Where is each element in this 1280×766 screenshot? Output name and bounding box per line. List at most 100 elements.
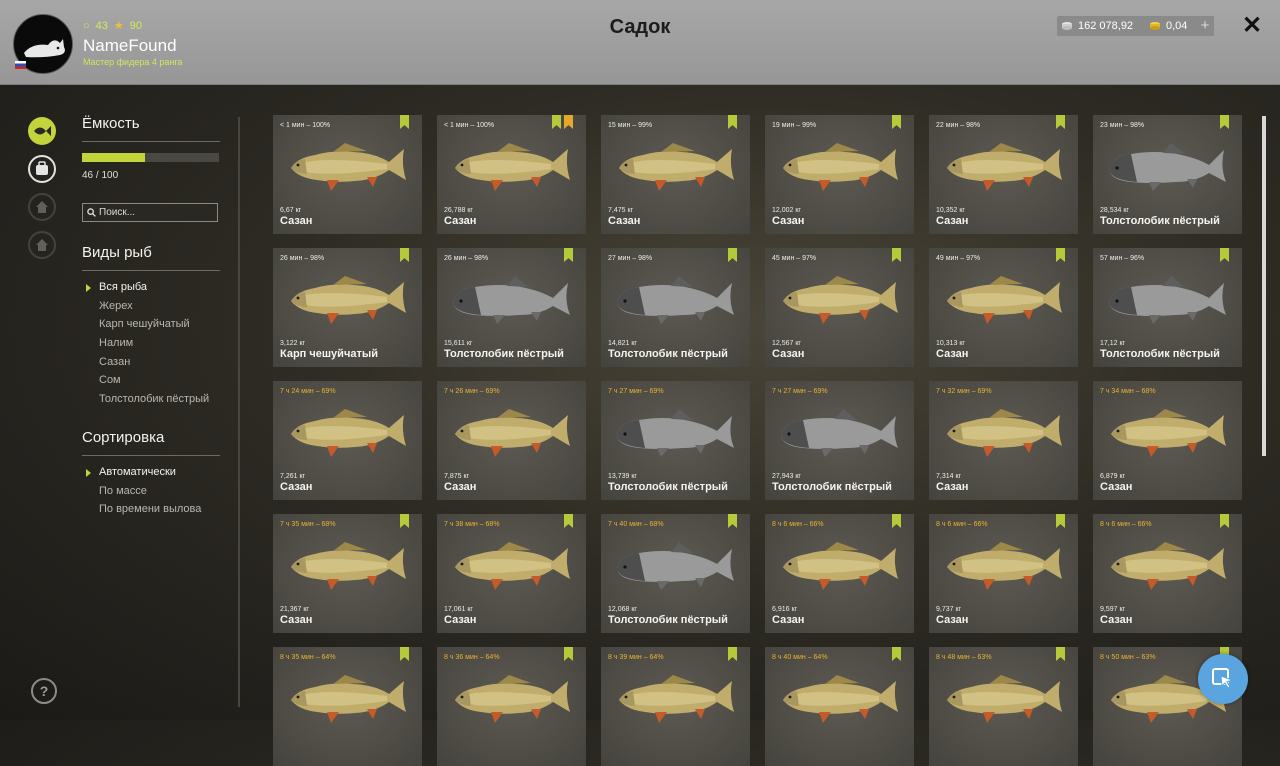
bookmark-icon[interactable]	[400, 514, 409, 528]
fish-card[interactable]: 27 мин – 98% 14,821 кг Толстолобик пёстрый	[601, 248, 750, 367]
fish-card[interactable]: 8 ч 36 мин – 64%	[437, 647, 586, 766]
catch-time: 7 ч 26 мин – 69%	[444, 388, 500, 395]
fish-card[interactable]: 45 мин – 97% 12,567 кг Сазан	[765, 248, 914, 367]
fish-card[interactable]: 8 ч 6 мин – 66% 6,916 кг Сазан	[765, 514, 914, 633]
catch-time: 8 ч 35 мин – 64%	[280, 654, 336, 661]
fish-weight: 9,737 кг	[936, 606, 962, 613]
cursor-mode-button[interactable]	[1198, 654, 1248, 704]
fish-card[interactable]: 7 ч 27 мин – 69% 27,943 кг Толстолобик пёс…	[765, 381, 914, 500]
catch-time: 49 мин – 97%	[936, 255, 981, 262]
silver-coins-icon	[1062, 22, 1072, 30]
bookmark-icon[interactable]	[892, 647, 901, 661]
help-icon[interactable]: ?	[31, 678, 57, 704]
catch-time: 7 ч 38 мин – 68%	[444, 521, 500, 528]
fish-card[interactable]: 49 мин – 97% 10,313 кг Сазан	[929, 248, 1078, 367]
trophy-bookmark-icon[interactable]	[564, 115, 573, 129]
scrollbar[interactable]	[1262, 116, 1266, 456]
fish-card[interactable]: 26 мин – 98% 15,611 кг Толстолобик пёстрый	[437, 248, 586, 367]
fish-weight: 3,122 кг	[280, 340, 306, 347]
sort-item-auto[interactable]: Автоматически	[82, 463, 201, 482]
fish-card[interactable]: 8 ч 39 мин – 64%	[601, 647, 750, 766]
fish-card[interactable]: 8 ч 35 мин – 64%	[273, 647, 422, 766]
bookmark-icon[interactable]	[1056, 115, 1065, 129]
fish-card[interactable]: 19 мин – 99% 12,002 кг Сазан	[765, 115, 914, 234]
fish-card[interactable]: 23 мин – 98% 28,534 кг Толстолобик пёстрый	[1093, 115, 1242, 234]
fish-card[interactable]: 8 ч 6 мин – 66% 9,597 кг Сазан	[1093, 514, 1242, 633]
fish-weight: 12,567 кг	[772, 340, 801, 347]
carp-icon	[783, 542, 898, 590]
fish-card[interactable]: 7 ч 34 мин – 68% 6,879 кг Сазан	[1093, 381, 1242, 500]
fish-card[interactable]: 7 ч 35 мин – 68% 21,367 кг Сазан	[273, 514, 422, 633]
bighead-carp-icon	[453, 276, 570, 324]
fish-card[interactable]: 7 ч 38 мин – 68% 17,061 кг Сазан	[437, 514, 586, 633]
trophy-tab[interactable]	[28, 193, 56, 221]
species-item-burbot[interactable]: Налим	[82, 334, 209, 353]
bookmark-icon[interactable]	[564, 647, 573, 661]
fish-name: Сазан	[444, 614, 477, 626]
catch-time: 27 мин – 98%	[608, 255, 653, 262]
sort-item-time[interactable]: По времени вылова	[82, 500, 201, 519]
bookmark-icon[interactable]	[1220, 115, 1229, 129]
fish-card[interactable]: < 1 мин – 100% 6,67 кг Сазан	[273, 115, 422, 234]
fish-card[interactable]: 26 мин – 98% 3,122 кг Карп чешуйчатый	[273, 248, 422, 367]
species-item-scaled-carp[interactable]: Карп чешуйчатый	[82, 315, 209, 334]
species-item-wild-carp[interactable]: Сазан	[82, 353, 209, 372]
keepnet-bag-tab[interactable]	[28, 155, 56, 183]
bookmark-icon[interactable]	[400, 248, 409, 262]
catch-time: 8 ч 6 мин – 66%	[936, 521, 988, 528]
fish-card[interactable]: 7 ч 24 мин – 69% 7,261 кг Сазан	[273, 381, 422, 500]
search-input[interactable]: Поиск...	[82, 203, 218, 222]
fish-card[interactable]: 7 ч 40 мин – 68% 12,068 кг Толстолобик пёс…	[601, 514, 750, 633]
carp-icon	[291, 675, 406, 723]
bookmark-icon[interactable]	[892, 115, 901, 129]
close-button[interactable]: ✕	[1240, 14, 1264, 38]
home-icon	[36, 239, 48, 251]
fish-card[interactable]: 22 мин – 98% 10,352 кг Сазан	[929, 115, 1078, 234]
carp-icon	[291, 276, 406, 324]
bookmark-icon[interactable]	[892, 248, 901, 262]
fish-name: Сазан	[280, 481, 313, 493]
carp-icon	[1111, 409, 1226, 457]
capacity-title: Ёмкость	[82, 115, 140, 132]
bookmark-icon[interactable]	[564, 514, 573, 528]
bookmark-icon[interactable]	[400, 647, 409, 661]
fish-card[interactable]: 7 ч 26 мин – 69% 7,875 кг Сазан	[437, 381, 586, 500]
carp-icon	[783, 143, 898, 191]
bookmark-icon[interactable]	[564, 248, 573, 262]
bookmark-icon[interactable]	[728, 115, 737, 129]
home-tab[interactable]	[28, 231, 56, 259]
bookmark-icon[interactable]	[1056, 514, 1065, 528]
species-item-all[interactable]: Вся рыба	[82, 278, 209, 297]
carp-icon	[455, 542, 570, 590]
fish-card[interactable]: 7 ч 27 мин – 69% 13,739 кг Толстолобик пёс…	[601, 381, 750, 500]
bighead-carp-icon	[1109, 143, 1226, 191]
fish-card[interactable]: < 1 мин – 100% 26,788 кг Сазан	[437, 115, 586, 234]
fish-card[interactable]: 7 ч 32 мин – 69% 7,314 кг Сазан	[929, 381, 1078, 500]
species-item-catfish[interactable]: Сом	[82, 371, 209, 390]
keepnet-fish-tab[interactable]	[28, 117, 56, 145]
add-gold-button[interactable]: +	[1196, 16, 1214, 36]
bookmark-icon[interactable]	[728, 514, 737, 528]
fish-weight: 14,821 кг	[608, 340, 637, 347]
fish-card[interactable]: 15 мин – 99% 7,475 кг Сазан	[601, 115, 750, 234]
bookmark-icon[interactable]	[728, 647, 737, 661]
sort-item-weight[interactable]: По массе	[82, 482, 201, 501]
bookmark-icon[interactable]	[552, 115, 561, 129]
bookmark-icon[interactable]	[1056, 647, 1065, 661]
fish-card[interactable]: 8 ч 48 мин – 63%	[929, 647, 1078, 766]
fish-name: Сазан	[1100, 614, 1133, 626]
bookmark-icon[interactable]	[728, 248, 737, 262]
fish-card[interactable]: 8 ч 40 мин – 64%	[765, 647, 914, 766]
house-icon	[36, 201, 48, 213]
bookmark-icon[interactable]	[892, 514, 901, 528]
catch-time: 7 ч 27 мин – 69%	[608, 388, 664, 395]
bookmark-icon[interactable]	[1220, 248, 1229, 262]
fish-card[interactable]: 8 ч 6 мин – 66% 9,737 кг Сазан	[929, 514, 1078, 633]
bookmark-icon[interactable]	[400, 115, 409, 129]
fish-card[interactable]: 57 мин – 96% 17,12 кг Толстолобик пёстрый	[1093, 248, 1242, 367]
species-item-asp[interactable]: Жерех	[82, 297, 209, 316]
bookmark-icon[interactable]	[1056, 248, 1065, 262]
species-item-bighead-carp[interactable]: Толстолобик пёстрый	[82, 390, 209, 409]
bookmark-icon[interactable]	[1220, 514, 1229, 528]
carp-icon	[947, 675, 1062, 723]
